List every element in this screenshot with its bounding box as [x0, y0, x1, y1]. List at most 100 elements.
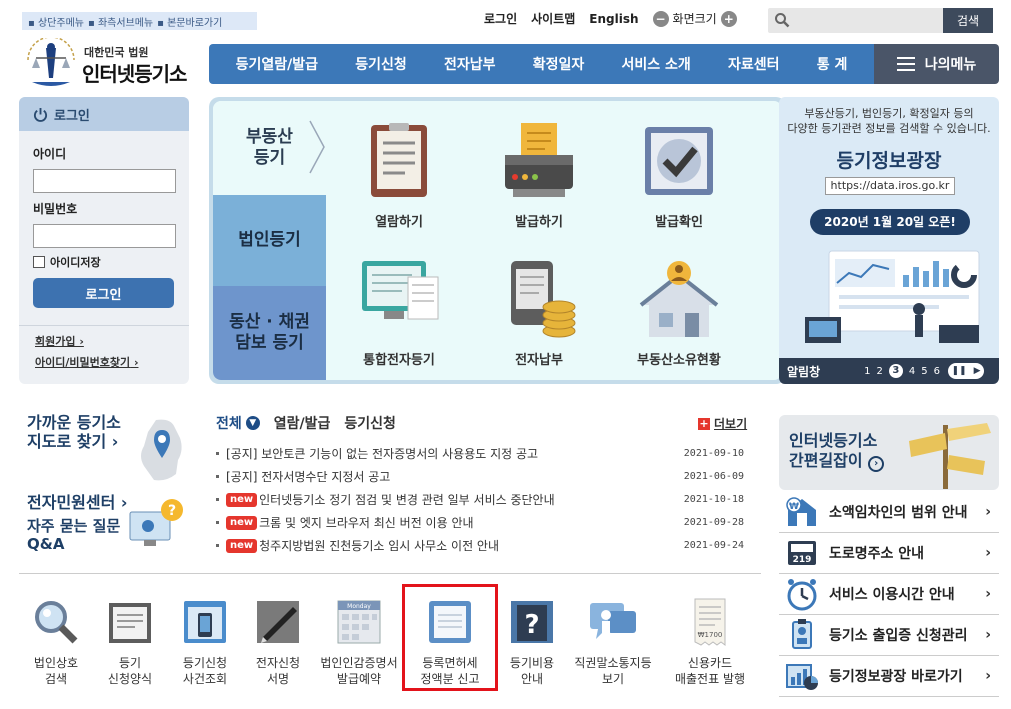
notice-bar: 알림창 1 2 3 4 5 6 ❚❚ ▶	[779, 358, 999, 384]
service-e-payment[interactable]: 전자납부	[479, 259, 599, 368]
question-document-icon: ?	[511, 601, 553, 643]
new-badge: new	[226, 538, 258, 553]
nearby-office-line2: 지도로 찾기 ›	[27, 432, 119, 452]
hamburger-icon	[896, 57, 915, 71]
quick-case-lookup[interactable]: 등기신청 사건조회	[165, 597, 245, 687]
id-input[interactable]	[33, 169, 176, 193]
save-id-checkbox[interactable]: 아이디저장	[33, 254, 101, 270]
plus-icon: +	[698, 416, 710, 430]
banner-open-date: 2020년 1월 20일 오픈!	[810, 209, 970, 235]
easy-guide-banner[interactable]: 인터넷등기소 간편길잡이 ›	[779, 415, 999, 490]
page-6[interactable]: 6	[934, 366, 940, 377]
tab-corporate[interactable]: 법인등기	[213, 195, 326, 286]
zoom-out-icon[interactable]: −	[652, 10, 669, 27]
service-hours-link[interactable]: 서비스 이용시간 안내 ›	[779, 574, 999, 615]
tab-news-all[interactable]: 전체 ▼	[216, 413, 260, 433]
quick-registration-cost[interactable]: ? 등기비용 안내	[492, 597, 572, 687]
my-menu-label: 나의메뉴	[924, 57, 977, 73]
nav-e-payment[interactable]: 전자납부	[444, 54, 496, 74]
news-tabs: 전체 ▼ 열람/발급 등기신청	[216, 413, 396, 433]
tab-movable-assets[interactable]: 동산 · 채권 담보 등기	[213, 286, 326, 380]
nav-service-intro[interactable]: 서비스 소개	[621, 54, 690, 74]
document-view-icon	[371, 123, 427, 197]
tab-news-view[interactable]: 열람/발급	[274, 413, 331, 433]
road-address-link[interactable]: 219 도로명주소 안내 ›	[779, 533, 999, 574]
quick-seal-certificate-reservation[interactable]: Monday 법인인감증명서 발급예약	[319, 597, 399, 687]
find-account-link[interactable]: 아이디/비밀번호찾기 ›	[35, 354, 138, 370]
nav-fixed-date[interactable]: 확정일자	[533, 54, 585, 74]
korea-map-pin-icon	[141, 419, 182, 481]
guide-title: 인터넷등기소 간편길잡이 ›	[789, 431, 885, 472]
news-item[interactable]: [공지] 보안토큰 기능이 없는 전자증명서의 사용용도 지정 공고 2021-0…	[216, 442, 756, 465]
data-plaza-banner[interactable]: 부동산등기, 법인등기, 확정일자 등의 다양한 등기관련 정보를 검색할 수 …	[779, 97, 999, 384]
news-item[interactable]: new 크롬 및 엣지 브라우저 최신 버전 이용 안내 2021-09-28	[216, 511, 756, 534]
nav-statistics[interactable]: 통 계	[817, 54, 848, 74]
nav-resource-center[interactable]: 자료센터	[728, 54, 780, 74]
faq-link[interactable]: 자주 묻는 질문 Q&A	[27, 517, 120, 553]
service-integrated-e-registration[interactable]: 통합전자등기	[339, 259, 459, 368]
quick-card-receipt[interactable]: ₩1700 신용카드 매출전표 발행	[670, 597, 750, 687]
access-pass-link[interactable]: 등기소 출입증 신청관리 ›	[779, 615, 999, 656]
password-input[interactable]	[33, 224, 176, 248]
tab-real-estate[interactable]: 부동산 등기	[213, 101, 326, 195]
small-tenant-range-link[interactable]: ₩ 소액임차인의 범위 안내 ›	[779, 492, 999, 533]
quick-corp-name-search[interactable]: 법인상호 검색	[16, 597, 96, 687]
news-more-link[interactable]: + 더보기	[698, 415, 747, 432]
top-links: 로그인 사이트맵 English − 화면크기 +	[484, 10, 737, 27]
login-button[interactable]: 로그인	[33, 278, 174, 308]
quick-e-signature[interactable]: 전자신청 서명	[238, 597, 318, 687]
page-4[interactable]: 4	[909, 366, 915, 377]
svg-text:219: 219	[793, 555, 812, 565]
site-logo[interactable]: 대한민국 법원 인터넷등기소	[22, 38, 202, 88]
next-icon[interactable]: ▶	[974, 366, 981, 376]
signup-link[interactable]: 회원가입 ›	[35, 333, 84, 349]
search-input[interactable]	[796, 11, 936, 30]
slider-controls: ❚❚ ▶	[948, 363, 984, 379]
sitemap-link[interactable]: 사이트맵	[531, 10, 575, 27]
service-view[interactable]: 열람하기	[339, 121, 459, 230]
quick-ex-officio-notice[interactable]: 직권말소통지등 보기	[573, 597, 653, 687]
pause-icon[interactable]: ❚❚	[951, 366, 966, 376]
service-view-label: 열람하기	[375, 215, 423, 230]
skip-link-content[interactable]: ▪ 본문바로가기	[157, 14, 222, 29]
zoom-in-icon[interactable]: +	[720, 10, 737, 27]
id-label: 아이디	[33, 147, 67, 161]
english-link[interactable]: English	[589, 12, 638, 26]
e-civil-center-link[interactable]: 전자민원센터 ›	[27, 493, 128, 512]
new-badge: new	[226, 492, 258, 507]
service-e-payment-label: 전자납부	[515, 353, 563, 368]
svg-text:?: ?	[168, 503, 176, 519]
search-button[interactable]: 검색	[943, 8, 993, 33]
nav-registration[interactable]: 등기신청	[355, 54, 407, 74]
banner-desc-line1: 부동산등기, 법인등기, 확정일자 등의	[804, 107, 974, 120]
new-badge: new	[226, 515, 258, 530]
news-item[interactable]: new 청주지방법원 진천등기소 임시 사무소 이전 안내 2021-09-24	[216, 534, 756, 557]
page-3-active[interactable]: 3	[888, 364, 903, 378]
pen-icon	[257, 601, 299, 643]
service-issue-label: 발급하기	[515, 215, 563, 230]
quick-application-forms[interactable]: 등기 신청양식	[90, 597, 170, 687]
my-menu-button[interactable]: 나의메뉴	[874, 44, 999, 84]
service-property-ownership[interactable]: 부동산소유현황	[619, 259, 739, 368]
data-plaza-link[interactable]: 등기정보광장 바로가기 ›	[779, 656, 999, 697]
chevron-right-icon	[309, 120, 325, 174]
service-verify[interactable]: 발급확인	[619, 121, 739, 230]
service-issue[interactable]: 발급하기	[479, 121, 599, 230]
speech-bubble-person-icon	[590, 603, 636, 639]
top-login-link[interactable]: 로그인	[484, 10, 517, 27]
news-item[interactable]: [공지] 전자서명수단 지정서 공고 2021-06-09	[216, 465, 756, 488]
page-5[interactable]: 5	[921, 366, 927, 377]
banner-title: 등기정보광장	[836, 150, 942, 172]
banner-pagination: 1 2 3 4 5 6	[864, 364, 940, 378]
page-1[interactable]: 1	[864, 366, 870, 377]
nav-view-issue[interactable]: 등기열람/발급	[236, 54, 318, 74]
nearby-office-link[interactable]: 가까운 등기소 지도로 찾기 ›	[27, 413, 121, 451]
banner-url: https://data.iros.go.kr	[825, 177, 955, 195]
skip-link-top-menu[interactable]: ▪ 상단주메뉴	[28, 14, 84, 29]
skip-links: ▪ 상단주메뉴 ▪ 좌측서브메뉴 ▪ 본문바로가기	[22, 12, 257, 30]
tab-news-apply[interactable]: 등기신청	[344, 413, 396, 433]
page-2[interactable]: 2	[877, 366, 883, 377]
login-divider	[19, 325, 189, 326]
skip-link-left-menu[interactable]: ▪ 좌측서브메뉴	[88, 14, 153, 29]
news-item[interactable]: new 인터넷등기소 정기 점검 및 변경 관련 일부 서비스 중단안내 2021-…	[216, 488, 756, 511]
